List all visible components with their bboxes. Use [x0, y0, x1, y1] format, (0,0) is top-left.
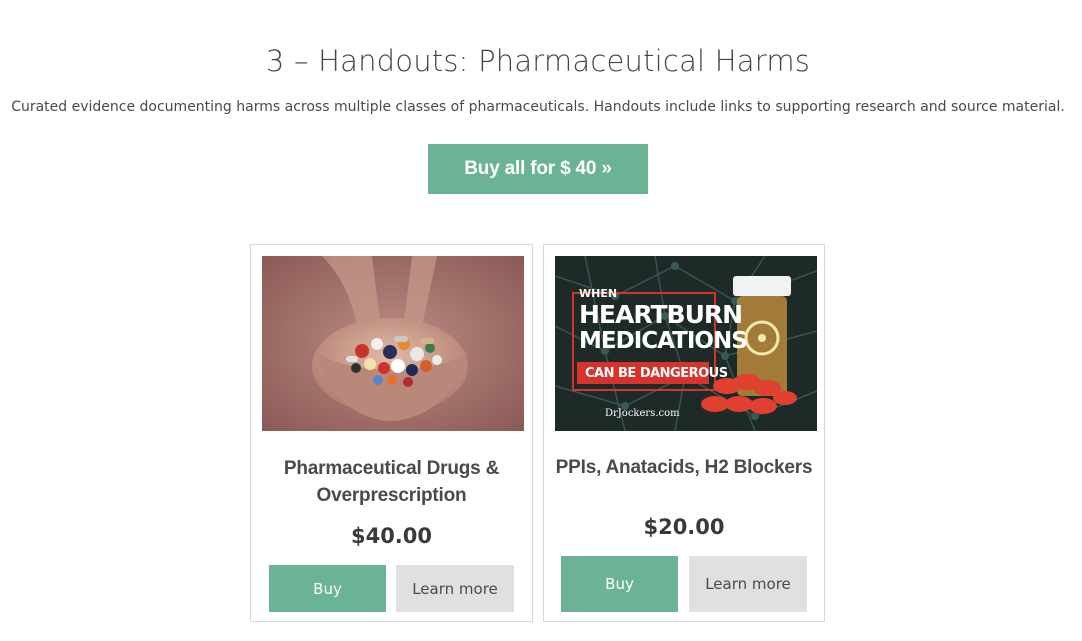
buy-all-button[interactable]: Buy all for $ 40 »: [428, 144, 648, 194]
banner-heartburn-text: HEARTBURN: [579, 300, 743, 329]
product-title[interactable]: PPIs, Anatacids, H2 Blockers: [544, 454, 824, 481]
page-description: Curated evidence documenting harms acros…: [11, 99, 1065, 115]
product-price: $20.00: [643, 515, 725, 539]
product-image-pills[interactable]: [262, 256, 524, 431]
banner-brand-text: DrJockers.com: [605, 408, 680, 419]
banner-dangerous-text: CAN BE DANGEROUS: [585, 366, 728, 381]
product-price: $40.00: [350, 524, 433, 548]
product-card: WHEN HEARTBURN MEDICATIONS CAN BE DANGER…: [543, 244, 825, 622]
hands-pills-illustration: [262, 256, 524, 431]
banner-medications-text: MEDICATIONS: [579, 328, 748, 354]
banner-when-text: WHEN: [579, 287, 618, 300]
product-card: Pharmaceutical Drugs & Overprescription …: [250, 244, 533, 622]
product-title-line: Overprescription: [316, 485, 467, 506]
product-title-line: Pharmaceutical Drugs &: [283, 458, 500, 479]
learn-more-button[interactable]: Learn more: [689, 556, 807, 612]
page-title: 3 – Handouts: Pharmaceutical Harms: [265, 44, 811, 78]
buy-button[interactable]: Buy: [561, 556, 678, 612]
product-title[interactable]: Pharmaceutical Drugs & Overprescription: [251, 455, 532, 509]
product-image-heartburn[interactable]: WHEN HEARTBURN MEDICATIONS CAN BE DANGER…: [555, 256, 817, 431]
product-title-line: PPIs, Anatacids, H2 Blockers: [555, 457, 813, 478]
learn-more-button[interactable]: Learn more: [396, 565, 514, 612]
buy-button[interactable]: Buy: [269, 565, 386, 612]
